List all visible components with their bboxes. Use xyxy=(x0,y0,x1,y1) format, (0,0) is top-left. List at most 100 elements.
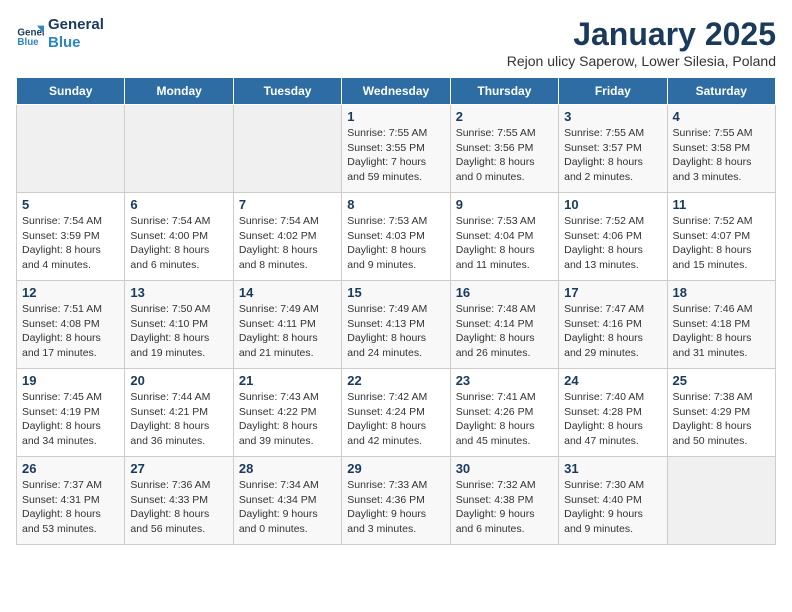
day-info: Sunrise: 7:38 AM Sunset: 4:29 PM Dayligh… xyxy=(673,390,770,449)
day-number: 15 xyxy=(347,285,444,300)
week-row-3: 12Sunrise: 7:51 AM Sunset: 4:08 PM Dayli… xyxy=(17,281,776,369)
day-info: Sunrise: 7:43 AM Sunset: 4:22 PM Dayligh… xyxy=(239,390,336,449)
day-number: 21 xyxy=(239,373,336,388)
day-number: 22 xyxy=(347,373,444,388)
weekday-monday: Monday xyxy=(125,78,233,105)
logo: General Blue General Blue xyxy=(16,16,104,52)
day-cell: 14 Sunrise: 7:49 AM Sunset: 4:11 PM Dayli… xyxy=(233,281,341,369)
day-info: Sunrise: 7:53 AM Sunset: 4:03 PM Dayligh… xyxy=(347,214,444,273)
day-info: Sunrise: 7:40 AM Sunset: 4:28 PM Dayligh… xyxy=(564,390,661,449)
day-cell: 28Sunrise: 7:34 AM Sunset: 4:34 PM Dayli… xyxy=(233,457,341,545)
day-cell: 26 Sunrise: 7:37 AM Sunset: 4:31 PM Dayli… xyxy=(17,457,125,545)
day-cell: 21 Sunrise: 7:43 AM Sunset: 4:22 PM Dayli… xyxy=(233,369,341,457)
weekday-saturday: Saturday xyxy=(667,78,775,105)
day-cell xyxy=(125,105,233,193)
day-info: Sunrise: 7:44 AM Sunset: 4:21 PM Dayligh… xyxy=(130,390,227,449)
day-info: Sunrise: 7:55 AM Sunset: 3:56 PM Dayligh… xyxy=(456,126,553,185)
day-info: Sunrise: 7:49 AM Sunset: 4:11 PM Dayligh… xyxy=(239,302,336,361)
day-number: 27 xyxy=(130,461,227,476)
day-cell: 29 Sunrise: 7:33 AM Sunset: 4:36 PM Dayli… xyxy=(342,457,450,545)
week-row-1: 1 Sunrise: 7:55 AM Sunset: 3:55 PM Daylig… xyxy=(17,105,776,193)
day-cell: 2 Sunrise: 7:55 AM Sunset: 3:56 PM Daylig… xyxy=(450,105,558,193)
day-number: 16 xyxy=(456,285,553,300)
day-cell: 30 Sunrise: 7:32 AM Sunset: 4:38 PM Dayli… xyxy=(450,457,558,545)
day-info: Sunrise: 7:55 AM Sunset: 3:58 PM Dayligh… xyxy=(673,126,770,185)
day-info: Sunrise: 7:37 AM Sunset: 4:31 PM Dayligh… xyxy=(22,478,119,537)
day-info: Sunrise: 7:55 AM Sunset: 3:57 PM Dayligh… xyxy=(564,126,661,185)
logo-text-general: General xyxy=(48,16,104,34)
day-cell: 18Sunrise: 7:46 AM Sunset: 4:18 PM Dayli… xyxy=(667,281,775,369)
day-info: Sunrise: 7:47 AM Sunset: 4:16 PM Dayligh… xyxy=(564,302,661,361)
logo-text-blue: Blue xyxy=(48,34,104,52)
day-cell: 10Sunrise: 7:52 AM Sunset: 4:06 PM Dayli… xyxy=(559,193,667,281)
day-number: 26 xyxy=(22,461,119,476)
day-number: 6 xyxy=(130,197,227,212)
day-cell: 7 Sunrise: 7:54 AM Sunset: 4:02 PM Daylig… xyxy=(233,193,341,281)
day-number: 9 xyxy=(456,197,553,212)
weekday-thursday: Thursday xyxy=(450,78,558,105)
day-number: 19 xyxy=(22,373,119,388)
day-info: Sunrise: 7:33 AM Sunset: 4:36 PM Dayligh… xyxy=(347,478,444,537)
day-cell: 25Sunrise: 7:38 AM Sunset: 4:29 PM Dayli… xyxy=(667,369,775,457)
day-cell: 19 Sunrise: 7:45 AM Sunset: 4:19 PM Dayli… xyxy=(17,369,125,457)
weekday-header-row: SundayMondayTuesdayWednesdayThursdayFrid… xyxy=(17,78,776,105)
day-info: Sunrise: 7:32 AM Sunset: 4:38 PM Dayligh… xyxy=(456,478,553,537)
day-number: 8 xyxy=(347,197,444,212)
weekday-sunday: Sunday xyxy=(17,78,125,105)
day-number: 29 xyxy=(347,461,444,476)
day-cell: 17Sunrise: 7:47 AM Sunset: 4:16 PM Dayli… xyxy=(559,281,667,369)
day-cell: 6 Sunrise: 7:54 AM Sunset: 4:00 PM Daylig… xyxy=(125,193,233,281)
day-info: Sunrise: 7:54 AM Sunset: 4:00 PM Dayligh… xyxy=(130,214,227,273)
day-number: 7 xyxy=(239,197,336,212)
week-row-4: 19 Sunrise: 7:45 AM Sunset: 4:19 PM Dayli… xyxy=(17,369,776,457)
day-number: 4 xyxy=(673,109,770,124)
day-number: 14 xyxy=(239,285,336,300)
day-info: Sunrise: 7:42 AM Sunset: 4:24 PM Dayligh… xyxy=(347,390,444,449)
day-cell: 23 Sunrise: 7:41 AM Sunset: 4:26 PM Dayli… xyxy=(450,369,558,457)
day-info: Sunrise: 7:50 AM Sunset: 4:10 PM Dayligh… xyxy=(130,302,227,361)
page-header: General Blue General Blue January 2025 R… xyxy=(16,16,776,69)
day-cell: 20 Sunrise: 7:44 AM Sunset: 4:21 PM Dayli… xyxy=(125,369,233,457)
day-number: 24 xyxy=(564,373,661,388)
calendar-header: SundayMondayTuesdayWednesdayThursdayFrid… xyxy=(17,78,776,105)
day-number: 18 xyxy=(673,285,770,300)
day-cell: 8 Sunrise: 7:53 AM Sunset: 4:03 PM Daylig… xyxy=(342,193,450,281)
day-cell xyxy=(233,105,341,193)
day-info: Sunrise: 7:55 AM Sunset: 3:55 PM Dayligh… xyxy=(347,126,444,185)
day-info: Sunrise: 7:45 AM Sunset: 4:19 PM Dayligh… xyxy=(22,390,119,449)
day-number: 23 xyxy=(456,373,553,388)
day-cell: 22 Sunrise: 7:42 AM Sunset: 4:24 PM Dayli… xyxy=(342,369,450,457)
svg-text:Blue: Blue xyxy=(17,37,39,48)
calendar-table: SundayMondayTuesdayWednesdayThursdayFrid… xyxy=(16,77,776,545)
day-info: Sunrise: 7:54 AM Sunset: 3:59 PM Dayligh… xyxy=(22,214,119,273)
day-cell: 4 Sunrise: 7:55 AM Sunset: 3:58 PM Daylig… xyxy=(667,105,775,193)
day-number: 2 xyxy=(456,109,553,124)
day-number: 13 xyxy=(130,285,227,300)
day-number: 10 xyxy=(564,197,661,212)
day-number: 30 xyxy=(456,461,553,476)
weekday-friday: Friday xyxy=(559,78,667,105)
day-cell: 9Sunrise: 7:53 AM Sunset: 4:04 PM Daylig… xyxy=(450,193,558,281)
week-row-2: 5Sunrise: 7:54 AM Sunset: 3:59 PM Daylig… xyxy=(17,193,776,281)
day-number: 28 xyxy=(239,461,336,476)
day-cell: 16 Sunrise: 7:48 AM Sunset: 4:14 PM Dayli… xyxy=(450,281,558,369)
day-info: Sunrise: 7:48 AM Sunset: 4:14 PM Dayligh… xyxy=(456,302,553,361)
day-cell: 12Sunrise: 7:51 AM Sunset: 4:08 PM Dayli… xyxy=(17,281,125,369)
day-info: Sunrise: 7:49 AM Sunset: 4:13 PM Dayligh… xyxy=(347,302,444,361)
week-row-5: 26 Sunrise: 7:37 AM Sunset: 4:31 PM Dayli… xyxy=(17,457,776,545)
day-number: 1 xyxy=(347,109,444,124)
day-info: Sunrise: 7:41 AM Sunset: 4:26 PM Dayligh… xyxy=(456,390,553,449)
day-number: 20 xyxy=(130,373,227,388)
logo-icon: General Blue xyxy=(16,20,44,48)
day-cell: 5Sunrise: 7:54 AM Sunset: 3:59 PM Daylig… xyxy=(17,193,125,281)
day-info: Sunrise: 7:54 AM Sunset: 4:02 PM Dayligh… xyxy=(239,214,336,273)
day-number: 11 xyxy=(673,197,770,212)
calendar-title-block: January 2025 Rejon ulicy Saperow, Lower … xyxy=(507,16,776,69)
day-info: Sunrise: 7:52 AM Sunset: 4:07 PM Dayligh… xyxy=(673,214,770,273)
day-cell xyxy=(17,105,125,193)
day-number: 31 xyxy=(564,461,661,476)
day-cell: 31Sunrise: 7:30 AM Sunset: 4:40 PM Dayli… xyxy=(559,457,667,545)
day-cell: 24 Sunrise: 7:40 AM Sunset: 4:28 PM Dayli… xyxy=(559,369,667,457)
day-cell: 13 Sunrise: 7:50 AM Sunset: 4:10 PM Dayli… xyxy=(125,281,233,369)
day-number: 12 xyxy=(22,285,119,300)
